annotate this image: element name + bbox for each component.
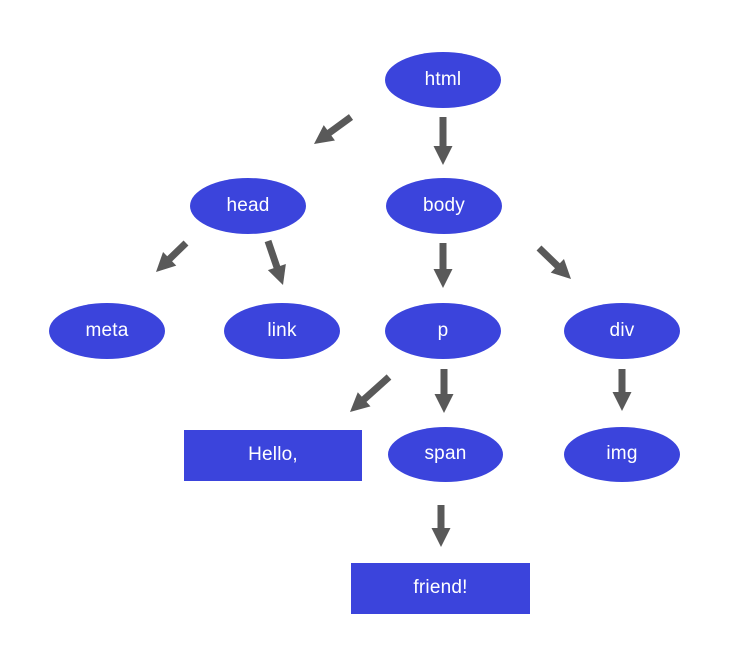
edge-head-to-meta <box>156 240 189 272</box>
edge-arrowhead <box>350 392 371 412</box>
node-label-link: link <box>267 319 297 341</box>
node-label-img: img <box>606 443 638 464</box>
node-label-meta: meta <box>85 319 129 341</box>
node-div[interactable]: div <box>564 303 680 359</box>
edge-arrowhead <box>267 263 286 285</box>
node-meta[interactable]: meta <box>49 303 165 359</box>
node-friend[interactable]: friend! <box>351 563 530 614</box>
node-label-friend: friend! <box>413 577 468 598</box>
node-span[interactable]: span <box>388 427 503 482</box>
edge-html-to-head <box>314 114 354 144</box>
node-label-hello: Hello, <box>248 444 298 465</box>
node-label-span: span <box>424 443 467 464</box>
node-img[interactable]: img <box>564 427 680 482</box>
edge-shaft <box>360 374 392 404</box>
node-label-p: p <box>437 319 449 341</box>
node-html[interactable]: html <box>385 52 501 108</box>
dom-tree-diagram: html head body meta link p div Hello, span img fri… <box>0 0 732 665</box>
edge-arrowhead <box>612 392 632 411</box>
node-label-div: div <box>609 319 635 341</box>
edge-arrowhead <box>434 394 454 413</box>
edge-shaft <box>536 245 562 270</box>
node-label-head: head <box>226 194 270 216</box>
node-link[interactable]: link <box>224 303 340 359</box>
edge-p-to-span <box>434 369 454 413</box>
edge-arrowhead <box>433 146 453 165</box>
edge-p-to-hello <box>350 374 392 412</box>
edge-arrowhead <box>156 251 177 272</box>
edge-shaft <box>264 239 281 271</box>
node-body[interactable]: body <box>386 178 502 234</box>
edge-shaft <box>165 240 189 263</box>
edge-body-to-p <box>433 243 453 288</box>
node-hello[interactable]: Hello, <box>184 430 362 481</box>
node-head[interactable]: head <box>190 178 306 234</box>
edge-html-to-body <box>433 117 453 165</box>
edge-span-to-friend <box>431 505 451 547</box>
edge-arrowhead <box>314 125 335 144</box>
edge-arrowhead <box>433 269 453 288</box>
node-label-html: html <box>424 68 462 90</box>
edge-arrowhead <box>431 528 451 547</box>
edge-div-to-img <box>612 369 632 411</box>
node-label-body: body <box>422 194 465 216</box>
edge-body-to-div <box>536 245 571 279</box>
edge-head-to-link <box>264 239 286 285</box>
node-p[interactable]: p <box>385 303 501 359</box>
edge-shaft <box>325 114 354 137</box>
edge-arrowhead <box>550 258 571 279</box>
